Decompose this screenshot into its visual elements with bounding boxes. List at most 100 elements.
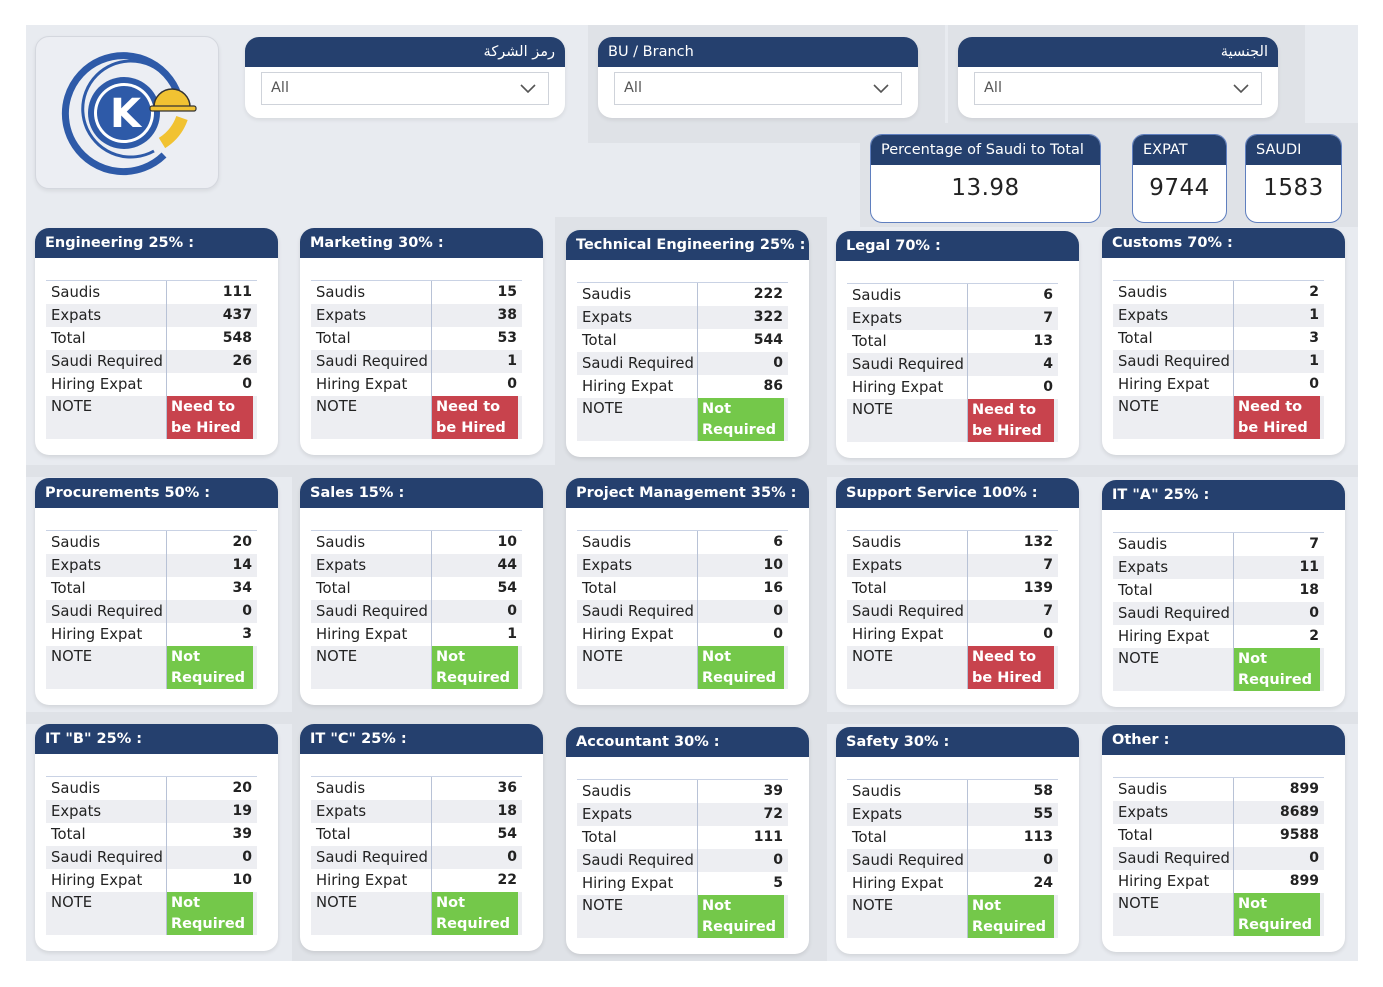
row-value: 3 bbox=[1309, 330, 1319, 346]
row-value: 18 bbox=[1299, 582, 1319, 598]
branch-dropdown[interactable]: All bbox=[614, 72, 902, 105]
row-label: NOTE bbox=[1113, 893, 1234, 936]
company-code-dropdown[interactable]: All bbox=[261, 72, 549, 105]
filter-title: BU / Branch bbox=[598, 37, 918, 67]
badge-line: Not bbox=[702, 401, 732, 417]
row-value: 24 bbox=[1033, 875, 1053, 891]
table-row: Expats 437 bbox=[46, 304, 257, 327]
row-label: NOTE bbox=[1113, 396, 1234, 439]
row-label: Total bbox=[1113, 327, 1234, 350]
row-value: 7 bbox=[1043, 603, 1053, 619]
badge-line: Need to bbox=[1238, 399, 1303, 415]
department-card: Safety 30% : Saudis 58 Expats 55 Total 113 Saud… bbox=[836, 727, 1079, 954]
badge-line: Required bbox=[1238, 916, 1313, 933]
table-row: NOTE Need to be Hired bbox=[1113, 396, 1324, 439]
table-row: NOTE Need to be Hired bbox=[46, 396, 257, 439]
table-row: Hiring Expat 0 bbox=[311, 373, 522, 396]
row-label: Expats bbox=[577, 306, 698, 329]
table-row: Saudis 20 bbox=[46, 777, 257, 800]
table-row: Hiring Expat 0 bbox=[46, 373, 257, 396]
row-value: 9588 bbox=[1280, 827, 1319, 843]
row-label: NOTE bbox=[46, 646, 167, 689]
row-value: 0 bbox=[773, 355, 783, 371]
row-value: 10 bbox=[763, 557, 783, 573]
department-table: Saudis 6 Expats 10 Total 16 Saudi Required 0 Hir… bbox=[577, 530, 788, 689]
table-row: Hiring Expat 2 bbox=[1113, 625, 1324, 648]
table-row: Hiring Expat 0 bbox=[847, 623, 1058, 646]
note-cell: Not Required bbox=[432, 646, 522, 689]
dropdown-value: All bbox=[271, 80, 289, 96]
row-value: 54 bbox=[497, 826, 517, 842]
row-value: 0 bbox=[773, 626, 783, 642]
row-value: 8689 bbox=[1280, 804, 1319, 820]
expat-count-card: EXPAT 9744 bbox=[1132, 134, 1227, 223]
row-value: 111 bbox=[222, 284, 252, 300]
department-table: Saudis 6 Expats 7 Total 13 Saudi Required 4 Hiri… bbox=[847, 283, 1058, 442]
row-label: NOTE bbox=[1113, 648, 1234, 691]
table-row: Saudi Required 0 bbox=[1113, 847, 1324, 870]
row-label: Expats bbox=[847, 554, 968, 577]
row-label: Expats bbox=[577, 803, 698, 826]
badge-line: Need to bbox=[972, 649, 1037, 665]
row-label: Hiring Expat bbox=[577, 872, 698, 895]
chevron-down-icon bbox=[520, 84, 536, 93]
row-label: Saudis bbox=[577, 780, 698, 803]
row-value: 0 bbox=[1043, 626, 1053, 642]
row-label: Hiring Expat bbox=[46, 373, 167, 396]
status-badge: Not Required bbox=[1234, 893, 1320, 936]
table-row: Saudi Required 0 bbox=[1113, 602, 1324, 625]
chevron-down-icon bbox=[1233, 84, 1249, 93]
department-title: Legal 70% : bbox=[836, 231, 1079, 261]
table-row: NOTE Not Required bbox=[577, 398, 788, 441]
badge-line: Need to bbox=[436, 399, 501, 415]
company-code-filter: رمز الشركة All bbox=[245, 37, 565, 118]
row-label: Saudis bbox=[1113, 533, 1234, 556]
table-row: Saudis 36 bbox=[311, 777, 522, 800]
badge-line: Not bbox=[702, 898, 732, 914]
note-cell: Need to be Hired bbox=[432, 396, 522, 439]
table-row: Total 111 bbox=[577, 826, 788, 849]
row-value: 0 bbox=[1309, 850, 1319, 866]
row-value: 15 bbox=[497, 284, 517, 300]
badge-line: Not bbox=[1238, 896, 1268, 912]
note-cell: Not Required bbox=[968, 895, 1058, 938]
row-label: Saudis bbox=[311, 281, 432, 304]
badge-line: Not bbox=[171, 895, 201, 911]
nationality-filter: الجنسية All bbox=[958, 37, 1278, 118]
row-value: 5 bbox=[773, 875, 783, 891]
status-badge: Not Required bbox=[698, 895, 784, 938]
row-value: 18 bbox=[497, 803, 517, 819]
department-card: IT "A" 25% : Saudis 7 Expats 11 Total 18 Saudi … bbox=[1102, 480, 1345, 707]
row-label: Hiring Expat bbox=[311, 373, 432, 396]
row-label: Saudis bbox=[577, 531, 698, 554]
badge-line: Required bbox=[436, 915, 511, 932]
row-label: NOTE bbox=[577, 895, 698, 938]
row-label: Total bbox=[46, 577, 167, 600]
row-label: Saudis bbox=[46, 777, 167, 800]
department-card: Sales 15% : Saudis 10 Expats 44 Total 54 Saudi … bbox=[300, 478, 543, 705]
row-value: 139 bbox=[1023, 580, 1053, 596]
row-value: 0 bbox=[1043, 379, 1053, 395]
table-row: Total 16 bbox=[577, 577, 788, 600]
department-title: Customs 70% : bbox=[1102, 228, 1345, 258]
badge-line: Required bbox=[1238, 671, 1313, 688]
row-label: Hiring Expat bbox=[1113, 870, 1234, 893]
row-label: Saudi Required bbox=[46, 846, 167, 869]
department-card: Support Service 100% : Saudis 132 Expats 7 To… bbox=[836, 478, 1079, 705]
status-badge: Not Required bbox=[698, 398, 784, 441]
department-table: Saudis 222 Expats 322 Total 544 Saudi Required… bbox=[577, 282, 788, 441]
table-row: NOTE Not Required bbox=[46, 892, 257, 935]
department-card: Project Management 35% : Saudis 6 Expats 10 T… bbox=[566, 478, 809, 705]
row-value: 10 bbox=[497, 534, 517, 550]
department-title: Marketing 30% : bbox=[300, 228, 543, 258]
row-label: Saudis bbox=[311, 777, 432, 800]
table-row: NOTE Not Required bbox=[577, 646, 788, 689]
row-value: 86 bbox=[763, 378, 783, 394]
badge-line: Not bbox=[972, 898, 1002, 914]
nationality-dropdown[interactable]: All bbox=[974, 72, 1262, 105]
row-label: Expats bbox=[1113, 801, 1234, 824]
badge-line: Required bbox=[702, 421, 777, 438]
row-value: 899 bbox=[1289, 873, 1319, 889]
table-row: Expats 7 bbox=[847, 554, 1058, 577]
row-label: Saudi Required bbox=[311, 350, 432, 373]
